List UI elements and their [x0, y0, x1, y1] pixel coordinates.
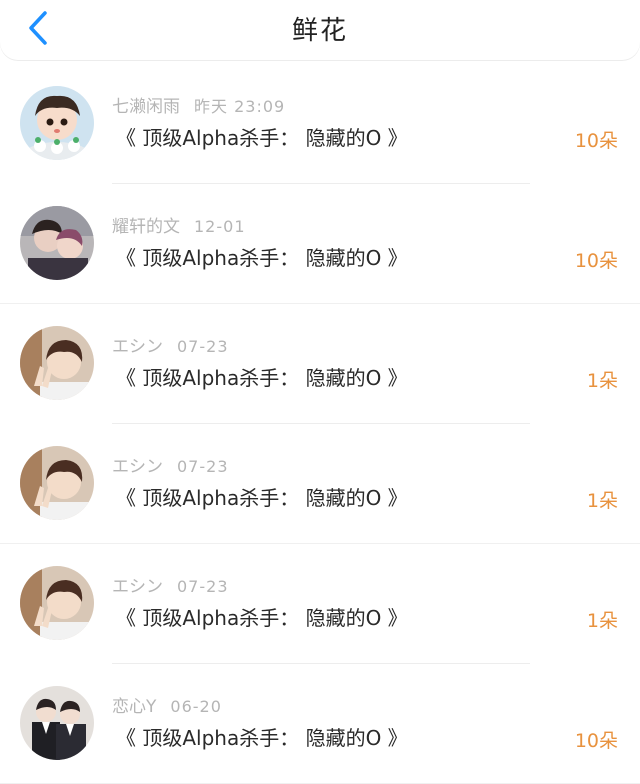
timestamp: 12-01	[194, 217, 246, 236]
flower-count: 1朵	[587, 606, 618, 633]
book-title[interactable]: 《 顶级Alpha杀手： 隐藏的O 》	[116, 602, 408, 631]
book-title[interactable]: 《 顶级Alpha杀手： 隐藏的O 》	[116, 722, 408, 751]
avatar[interactable]	[20, 566, 94, 640]
timestamp: 06-20	[170, 697, 222, 716]
user-name[interactable]: 恋心Y	[112, 697, 156, 717]
avatar[interactable]	[20, 86, 94, 160]
list-item[interactable]: 恋心Y 06-20 《 顶级Alpha杀手： 隐藏的O 》 10朵	[0, 664, 640, 784]
flower-count: 1朵	[587, 366, 618, 393]
timestamp: 07-23	[177, 577, 229, 596]
flower-count: 1朵	[587, 486, 618, 513]
list-item[interactable]: 七濑闲雨昨天 23:09 《 顶级Alpha杀手： 隐藏的O 》 10朵	[0, 64, 640, 184]
avatar[interactable]	[20, 686, 94, 760]
list-item[interactable]: エシン 07-23 《 顶级Alpha杀手： 隐藏的O 》 1朵	[0, 304, 640, 424]
list-item[interactable]: エシン 07-23 《 顶级Alpha杀手： 隐藏的O 》 1朵	[0, 544, 640, 664]
user-name[interactable]: 七濑闲雨	[112, 97, 180, 117]
timestamp: 07-23	[177, 457, 229, 476]
book-title[interactable]: 《 顶级Alpha杀手： 隐藏的O 》	[116, 122, 408, 151]
timestamp: 07-23	[177, 337, 229, 356]
user-name[interactable]: 耀轩的文	[112, 217, 180, 237]
flower-count: 10朵	[575, 726, 618, 753]
user-name[interactable]: エシン	[112, 337, 163, 357]
book-title[interactable]: 《 顶级Alpha杀手： 隐藏的O 》	[116, 362, 408, 391]
avatar[interactable]	[20, 446, 94, 520]
book-title[interactable]: 《 顶级Alpha杀手： 隐藏的O 》	[116, 242, 408, 271]
avatar[interactable]	[20, 206, 94, 280]
page-title: 鲜花	[0, 10, 640, 47]
flower-count: 10朵	[575, 126, 618, 153]
list-item[interactable]: エシン 07-23 《 顶级Alpha杀手： 隐藏的O 》 1朵	[0, 424, 640, 545]
flower-gift-list: 七濑闲雨昨天 23:09 《 顶级Alpha杀手： 隐藏的O 》 10朵 耀轩的…	[0, 64, 640, 784]
list-item[interactable]: 耀轩的文 12-01 《 顶级Alpha杀手： 隐藏的O 》 10朵	[0, 184, 640, 305]
timestamp: 昨天 23:09	[194, 97, 285, 116]
user-name[interactable]: エシン	[112, 577, 163, 597]
avatar[interactable]	[20, 326, 94, 400]
user-name[interactable]: エシン	[112, 457, 163, 477]
book-title[interactable]: 《 顶级Alpha杀手： 隐藏的O 》	[116, 482, 408, 511]
flower-count: 10朵	[575, 246, 618, 273]
top-bar: 鲜花	[0, 0, 640, 60]
